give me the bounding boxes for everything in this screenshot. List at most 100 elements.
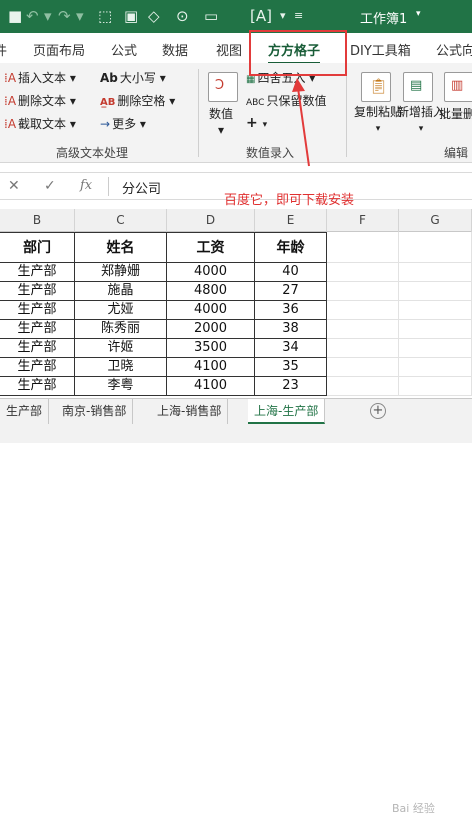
empty-cell[interactable]: [399, 358, 472, 377]
age-cell[interactable]: 35: [255, 358, 327, 377]
formula-input[interactable]: 分公司: [122, 178, 161, 197]
empty-cell[interactable]: [399, 232, 472, 263]
redo-dropdown-icon[interactable]: ▾: [76, 6, 84, 26]
salary-cell[interactable]: 4100: [167, 377, 255, 396]
dept-cell[interactable]: 生产部: [0, 358, 75, 377]
insert-text-button[interactable]: ⁞A 插入文本 ▾: [4, 69, 76, 86]
numeric-button[interactable]: 数值: [209, 105, 233, 122]
sheet-tab-production[interactable]: 生产部: [0, 399, 50, 424]
ribbon-panel: ⁞A 插入文本 ▾ ⁞A 删除文本 ▾ ⁞A 截取文本 ▾ Ab 大小写 ▾ A̲B 删除…: [0, 63, 472, 163]
undo-dropdown-icon[interactable]: ▾: [44, 6, 52, 26]
header-cell-dept[interactable]: 部门: [0, 232, 75, 263]
shape-icon[interactable]: ◇: [148, 6, 160, 26]
empty-cell[interactable]: [327, 339, 399, 358]
customize-icon[interactable]: ≡: [294, 6, 303, 26]
column-header-b[interactable]: B: [0, 209, 75, 232]
age-cell[interactable]: 38: [255, 320, 327, 339]
highlight-box: [249, 30, 347, 76]
empty-cell[interactable]: [327, 301, 399, 320]
name-cell[interactable]: 卫晓: [75, 358, 167, 377]
empty-cell[interactable]: [327, 377, 399, 396]
dropdown-icon[interactable]: ▾: [280, 6, 286, 26]
dept-cell[interactable]: 生产部: [0, 301, 75, 320]
name-cell[interactable]: 郑静姗: [75, 263, 167, 282]
chevron-down-icon[interactable]: ▾: [416, 9, 421, 19]
batch-delete-button[interactable]: 批量删: [439, 105, 472, 122]
header-cell-salary[interactable]: 工资: [167, 232, 255, 263]
sheet-tab-shanghai-production[interactable]: 上海-生产部: [248, 399, 326, 424]
tab-page-layout[interactable]: 页面布局: [33, 40, 85, 59]
empty-cell[interactable]: [327, 320, 399, 339]
salary-cell[interactable]: 4000: [167, 301, 255, 320]
redo-icon[interactable]: ↷: [58, 6, 71, 26]
sheet-tab-shanghai-sales[interactable]: 上海-销售部: [151, 399, 229, 424]
dept-cell[interactable]: 生产部: [0, 377, 75, 396]
empty-cell[interactable]: [327, 358, 399, 377]
age-cell[interactable]: 40: [255, 263, 327, 282]
numeric-dropdown-icon[interactable]: ▾: [218, 123, 224, 137]
header-cell-age[interactable]: 年龄: [255, 232, 327, 263]
column-header-e[interactable]: E: [255, 209, 327, 232]
function-icon[interactable]: fx: [80, 178, 92, 193]
empty-cell[interactable]: [399, 263, 472, 282]
sheet-tab-nanjing-sales[interactable]: 南京-销售部: [56, 399, 134, 424]
empty-cell[interactable]: [327, 232, 399, 263]
more-button[interactable]: → 更多 ▾: [100, 115, 146, 132]
tab-data[interactable]: 数据: [162, 40, 188, 59]
format-painter-icon[interactable]: ⬚: [98, 6, 112, 26]
dept-cell[interactable]: 生产部: [0, 320, 75, 339]
age-cell[interactable]: 23: [255, 377, 327, 396]
delete-text-button[interactable]: ⁞A 删除文本 ▾: [4, 92, 76, 109]
dept-cell[interactable]: 生产部: [0, 339, 75, 358]
age-cell[interactable]: 36: [255, 301, 327, 320]
bracket-icon[interactable]: [A]: [250, 6, 272, 26]
empty-cell[interactable]: [399, 282, 472, 301]
salary-cell[interactable]: 4800: [167, 282, 255, 301]
empty-cell[interactable]: [327, 282, 399, 301]
cancel-icon[interactable]: ✕: [8, 178, 20, 194]
search-icon[interactable]: ⊙: [176, 6, 189, 26]
name-cell[interactable]: 李粤: [75, 377, 167, 396]
add-sheet-icon[interactable]: +: [370, 403, 386, 419]
empty-cell[interactable]: [399, 320, 472, 339]
empty-cell[interactable]: [327, 263, 399, 282]
case-button[interactable]: Ab 大小写 ▾: [100, 69, 166, 86]
header-cell-name[interactable]: 姓名: [75, 232, 167, 263]
confirm-icon[interactable]: ✓: [44, 178, 56, 194]
tab-file[interactable]: 件: [0, 40, 7, 59]
name-cell[interactable]: 陈秀丽: [75, 320, 167, 339]
insert-text-icon: ⁞A: [4, 71, 17, 85]
column-header-d[interactable]: D: [167, 209, 255, 232]
insert-new-button[interactable]: 新增插入 ▾: [397, 105, 445, 137]
tab-view[interactable]: 视图: [216, 40, 242, 59]
salary-cell[interactable]: 2000: [167, 320, 255, 339]
column-header-c[interactable]: C: [75, 209, 167, 232]
column-header-f[interactable]: F: [327, 209, 399, 232]
tab-formulas[interactable]: 公式: [111, 40, 137, 59]
salary-cell[interactable]: 4100: [167, 358, 255, 377]
plus-button[interactable]: + ▾: [246, 115, 267, 131]
keep-numeric-button[interactable]: ABC 只保留数值: [246, 92, 326, 109]
shape-icon[interactable]: ■: [8, 6, 22, 26]
undo-icon[interactable]: ↶: [26, 6, 39, 26]
name-cell[interactable]: 施晶: [75, 282, 167, 301]
age-cell[interactable]: 27: [255, 282, 327, 301]
empty-cell[interactable]: [399, 301, 472, 320]
salary-cell[interactable]: 3500: [167, 339, 255, 358]
name-cell[interactable]: 许姬: [75, 339, 167, 358]
copy-paste-button[interactable]: 复制粘贴 ▾: [354, 105, 402, 137]
empty-cell[interactable]: [399, 377, 472, 396]
dept-cell[interactable]: 生产部: [0, 282, 75, 301]
column-header-g[interactable]: G: [399, 209, 472, 232]
empty-cell[interactable]: [399, 339, 472, 358]
age-cell[interactable]: 34: [255, 339, 327, 358]
screen-icon[interactable]: ▭: [204, 6, 218, 26]
copy-icon[interactable]: ▣: [124, 6, 138, 26]
tab-diy-toolbox[interactable]: DIY工具箱: [350, 40, 411, 59]
salary-cell[interactable]: 4000: [167, 263, 255, 282]
extract-text-button[interactable]: ⁞A 截取文本 ▾: [4, 115, 76, 132]
name-cell[interactable]: 尤娅: [75, 301, 167, 320]
delete-space-button[interactable]: A̲B 删除空格 ▾: [100, 92, 175, 109]
tab-formula-wizard[interactable]: 公式向: [436, 40, 472, 59]
dept-cell[interactable]: 生产部: [0, 263, 75, 282]
